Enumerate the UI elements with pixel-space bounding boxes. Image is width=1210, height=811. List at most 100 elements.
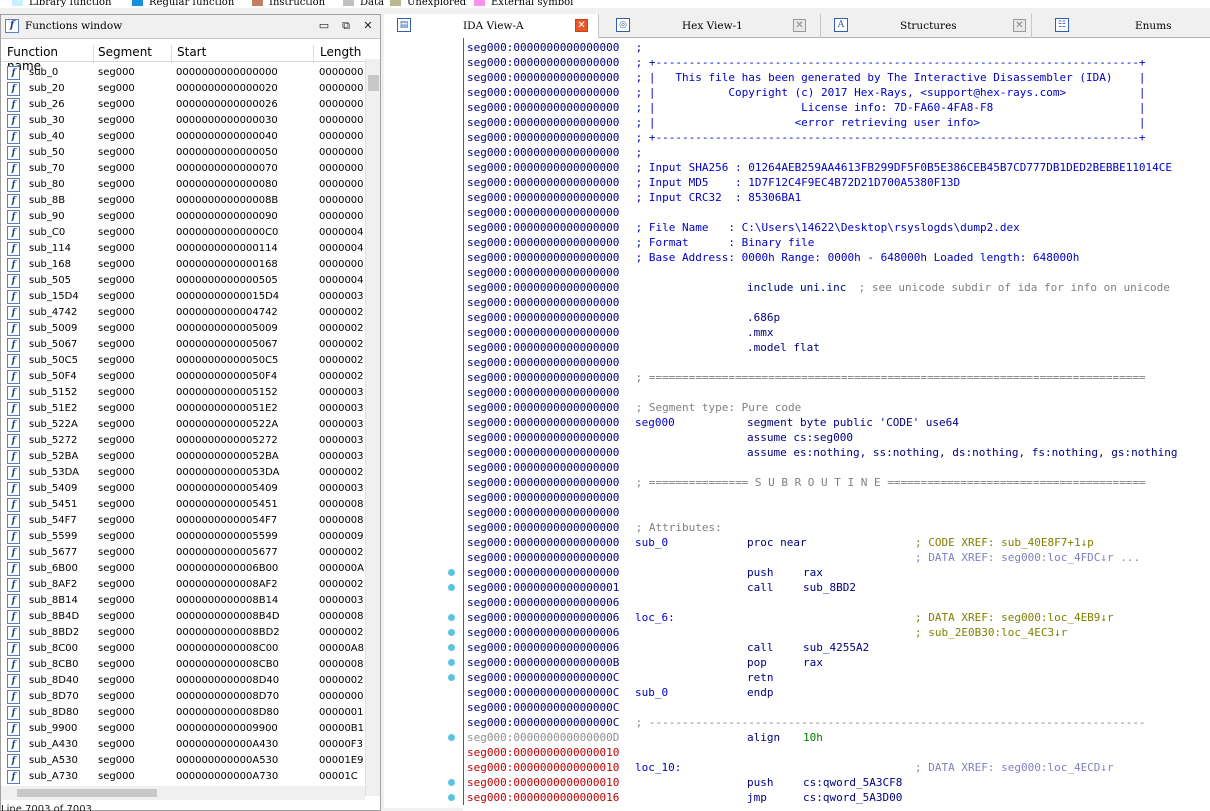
functions-vertical-scrollbar[interactable] bbox=[365, 59, 380, 796]
function-row[interactable]: f sub_40 seg000 0000000000000040 0000000 bbox=[1, 129, 365, 145]
function-row[interactable]: f sub_8B14 seg000 0000000000008B14 0000003 bbox=[1, 593, 365, 609]
function-row[interactable]: f sub_6B00 seg000 0000000000006B00 000000A bbox=[1, 561, 365, 577]
breakpoint-dot-icon[interactable] bbox=[448, 734, 455, 741]
function-row[interactable]: f sub_5067 seg000 0000000000005067 0000002 bbox=[1, 337, 365, 353]
function-row[interactable]: f sub_8CB0 seg000 0000000000008CB0 0000008 bbox=[1, 657, 365, 673]
function-name: sub_20 bbox=[29, 83, 65, 94]
function-row[interactable]: f sub_8D40 seg000 0000000000008D40 0000002 bbox=[1, 673, 365, 689]
function-icon: f bbox=[7, 690, 20, 704]
function-row[interactable]: f sub_C0 seg000 00000000000000C0 0000004 bbox=[1, 225, 365, 241]
function-row[interactable]: f sub_5272 seg000 0000000000005272 0000003 bbox=[1, 433, 365, 449]
disassembly-listing[interactable]: seg000:0000000000000000 ; seg000:00000000… bbox=[463, 38, 1210, 808]
function-name: sub_40 bbox=[29, 131, 65, 142]
tab-hex-view-1[interactable]: ◎ Hex View-1 ✕ bbox=[600, 14, 821, 38]
line-address: seg000:0000000000000006 bbox=[467, 611, 620, 624]
function-row[interactable]: f sub_52BA seg000 00000000000052BA 0000003 bbox=[1, 449, 365, 465]
function-row[interactable]: f sub_522A seg000 000000000000522A 0000003 bbox=[1, 417, 365, 433]
close-icon[interactable]: ✕ bbox=[361, 19, 375, 33]
line-address: seg000:000000000000000D bbox=[467, 731, 620, 744]
column-header-segment[interactable]: Segment bbox=[98, 45, 172, 63]
function-row[interactable]: f sub_8D80 seg000 0000000000008D80 0000001 bbox=[1, 705, 365, 721]
function-segment: seg000 bbox=[98, 723, 135, 734]
function-length: 0000002 bbox=[319, 579, 364, 590]
function-length: 0000004 bbox=[319, 275, 364, 286]
line-address: seg000:0000000000000000 bbox=[467, 491, 620, 504]
function-row[interactable]: f sub_4742 seg000 0000000000004742 0000002 bbox=[1, 305, 365, 321]
function-row[interactable]: f sub_8D70 seg000 0000000000008D70 0000000 bbox=[1, 689, 365, 705]
breakpoint-dot-icon[interactable] bbox=[448, 584, 455, 591]
function-row[interactable]: f sub_A430 seg000 000000000000A430 00000F3 bbox=[1, 737, 365, 753]
breakpoint-dot-icon[interactable] bbox=[448, 794, 455, 801]
tab-enums[interactable]: ☷ Enums bbox=[1033, 14, 1210, 38]
function-row[interactable]: f sub_50C5 seg000 00000000000050C5 0000002 bbox=[1, 353, 365, 369]
close-tab-icon[interactable]: ✕ bbox=[575, 19, 588, 32]
line-address: seg000:0000000000000000 bbox=[467, 281, 620, 294]
function-row[interactable]: f sub_20 seg000 0000000000000020 0000000 bbox=[1, 81, 365, 97]
breakpoint-dot-icon[interactable] bbox=[448, 779, 455, 786]
column-header-function-name[interactable]: Function name bbox=[7, 45, 94, 73]
breakpoint-dot-icon[interactable] bbox=[448, 674, 455, 681]
function-row[interactable]: f sub_8C00 seg000 0000000000008C00 00000A8 bbox=[1, 641, 365, 657]
function-row[interactable]: f sub_5009 seg000 0000000000005009 0000002 bbox=[1, 321, 365, 337]
function-length: 0000002 bbox=[319, 467, 364, 478]
function-row[interactable]: f sub_26 seg000 0000000000000026 0000000 bbox=[1, 97, 365, 113]
restore-icon[interactable]: ▭ bbox=[317, 19, 331, 33]
function-row[interactable]: f sub_5409 seg000 0000000000005409 0000003 bbox=[1, 481, 365, 497]
legend-swatch bbox=[12, 0, 23, 6]
function-row[interactable]: f sub_5152 seg000 0000000000005152 0000003 bbox=[1, 385, 365, 401]
legend-item: Unexplored bbox=[390, 0, 466, 8]
column-header-length[interactable]: Length bbox=[320, 45, 365, 63]
function-row[interactable]: f sub_51E2 seg000 00000000000051E2 0000003 bbox=[1, 401, 365, 417]
function-name: sub_50C5 bbox=[29, 355, 78, 366]
column-header-start[interactable]: Start bbox=[177, 45, 314, 63]
function-segment: seg000 bbox=[98, 547, 135, 558]
function-name: sub_50F4 bbox=[29, 371, 77, 382]
function-row[interactable]: f sub_5451 seg000 0000000000005451 0000008 bbox=[1, 497, 365, 513]
float-icon[interactable]: ⧉ bbox=[339, 19, 353, 33]
breakpoint-dot-icon[interactable] bbox=[448, 629, 455, 636]
scrollbar-thumb[interactable] bbox=[17, 789, 157, 797]
tab-ida-view-a[interactable]: ▤ IDA View-A ✕ bbox=[384, 14, 599, 38]
function-segment: seg000 bbox=[98, 755, 135, 766]
function-row[interactable]: f sub_114 seg000 0000000000000114 0000004 bbox=[1, 241, 365, 257]
breakpoint-dot-icon[interactable] bbox=[448, 614, 455, 621]
close-tab-icon[interactable]: ✕ bbox=[1013, 19, 1026, 32]
function-row[interactable]: f sub_8AF2 seg000 0000000000008AF2 0000002 bbox=[1, 577, 365, 593]
function-row[interactable]: f sub_A530 seg000 000000000000A530 00001E9 bbox=[1, 753, 365, 769]
function-row[interactable]: f sub_5677 seg000 0000000000005677 0000002 bbox=[1, 545, 365, 561]
scrollbar-thumb[interactable] bbox=[368, 75, 379, 91]
line-mnemonic: align bbox=[747, 731, 781, 744]
function-row[interactable]: f sub_505 seg000 0000000000000505 0000004 bbox=[1, 273, 365, 289]
function-row[interactable]: f sub_50 seg000 0000000000000050 0000000 bbox=[1, 145, 365, 161]
function-row[interactable]: f sub_53DA seg000 00000000000053DA 0000002 bbox=[1, 465, 365, 481]
line-comment: ; Format : Binary file bbox=[629, 236, 815, 249]
function-row[interactable]: f sub_70 seg000 0000000000000070 0000000 bbox=[1, 161, 365, 177]
function-segment: seg000 bbox=[98, 707, 135, 718]
function-icon: f bbox=[7, 770, 20, 784]
breakpoint-dot-icon[interactable] bbox=[448, 569, 455, 576]
line-address: seg000:0000000000000000 bbox=[467, 521, 620, 534]
close-tab-icon[interactable]: ✕ bbox=[793, 19, 806, 32]
function-row[interactable]: f sub_30 seg000 0000000000000030 0000000 bbox=[1, 113, 365, 129]
function-row[interactable]: f sub_54F7 seg000 00000000000054F7 0000008 bbox=[1, 513, 365, 529]
function-row[interactable]: f sub_0 seg000 0000000000000000 0000000 bbox=[1, 65, 365, 81]
function-icon: f bbox=[7, 290, 20, 304]
legend-label: Data bbox=[360, 0, 384, 8]
functions-horizontal-scrollbar[interactable] bbox=[1, 786, 365, 800]
function-row[interactable]: f sub_9900 seg000 0000000000009900 00000B1 bbox=[1, 721, 365, 737]
function-row[interactable]: f sub_50F4 seg000 00000000000050F4 0000002 bbox=[1, 369, 365, 385]
function-row[interactable]: f sub_15D4 seg000 00000000000015D4 0000003 bbox=[1, 289, 365, 305]
function-row[interactable]: f sub_80 seg000 0000000000000080 0000000 bbox=[1, 177, 365, 193]
function-row[interactable]: f sub_8BD2 seg000 0000000000008BD2 0000002 bbox=[1, 625, 365, 641]
function-start: 000000000000A730 bbox=[176, 771, 279, 782]
function-row[interactable]: f sub_5599 seg000 0000000000005599 0000009 bbox=[1, 529, 365, 545]
tab-structures[interactable]: A Structures ✕ bbox=[822, 14, 1032, 38]
function-row[interactable]: f sub_8B seg000 000000000000008B 0000000 bbox=[1, 193, 365, 209]
breakpoint-dot-icon[interactable] bbox=[448, 659, 455, 666]
function-row[interactable]: f sub_90 seg000 0000000000000090 0000000 bbox=[1, 209, 365, 225]
function-row[interactable]: f sub_168 seg000 0000000000000168 0000000 bbox=[1, 257, 365, 273]
function-icon: f bbox=[7, 434, 20, 448]
function-row[interactable]: f sub_8B4D seg000 0000000000008B4D 0000008 bbox=[1, 609, 365, 625]
breakpoint-dot-icon[interactable] bbox=[448, 644, 455, 651]
function-row[interactable]: f sub_A730 seg000 000000000000A730 00001C bbox=[1, 769, 365, 785]
